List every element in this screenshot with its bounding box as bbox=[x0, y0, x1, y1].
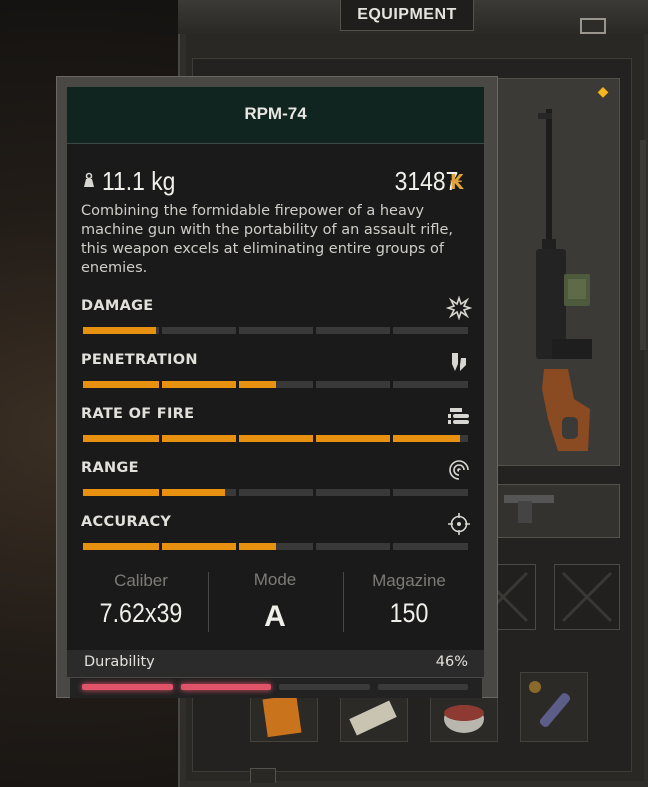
equipment-title: EQUIPMENT bbox=[340, 0, 474, 31]
durability-value: 46% bbox=[435, 654, 468, 670]
empty-slot[interactable] bbox=[554, 564, 620, 630]
shield-pierce-icon bbox=[446, 350, 472, 374]
caliber-value: 7.62x39 bbox=[99, 598, 183, 628]
scrollbar[interactable] bbox=[640, 140, 646, 350]
item-description: Combining the formidable firepower of a … bbox=[81, 203, 453, 276]
mode-label: Mode bbox=[253, 570, 297, 589]
durability-segment bbox=[377, 684, 468, 690]
bar-divider bbox=[313, 543, 316, 550]
bar-divider bbox=[159, 327, 162, 334]
item-name: RPM-74 bbox=[244, 104, 307, 123]
durability-segment bbox=[279, 684, 370, 690]
bar-divider bbox=[390, 489, 393, 496]
bar-divider bbox=[390, 381, 393, 388]
secondary-weapon-slot[interactable] bbox=[497, 484, 620, 538]
bar-divider bbox=[159, 543, 162, 550]
stat-label-accuracy: ACCURACY bbox=[81, 514, 172, 530]
bar-divider bbox=[313, 435, 316, 442]
bar-divider bbox=[159, 435, 162, 442]
injector-item-icon bbox=[529, 681, 571, 727]
bar-divider bbox=[236, 489, 239, 496]
weight-icon bbox=[82, 172, 96, 188]
bar-divider bbox=[236, 381, 239, 388]
bar-divider bbox=[390, 543, 393, 550]
bar-divider bbox=[236, 327, 239, 334]
stat-fill bbox=[83, 327, 156, 334]
stat-bar-damage bbox=[83, 327, 468, 334]
bar-divider bbox=[313, 489, 316, 496]
stat-bar-accuracy bbox=[83, 543, 468, 550]
stat-fill bbox=[83, 543, 276, 550]
explosion-icon bbox=[445, 295, 473, 321]
pistol-icon bbox=[504, 495, 554, 523]
item-weight: 11.1 kg bbox=[102, 166, 176, 196]
primary-weapon-slot[interactable] bbox=[497, 78, 620, 466]
stat-label-damage: DAMAGE bbox=[81, 298, 154, 314]
stat-fill bbox=[83, 381, 276, 388]
bar-divider bbox=[236, 543, 239, 550]
magazine-label: Magazine bbox=[372, 571, 446, 590]
equipped-badge-icon: ◆ bbox=[597, 84, 609, 100]
stat-label-penetration: PENETRATION bbox=[81, 352, 198, 368]
bottom-tab[interactable] bbox=[250, 768, 276, 783]
caliber-label: Caliber bbox=[114, 571, 168, 590]
inventory-slot[interactable] bbox=[520, 672, 588, 742]
stat-bar-range bbox=[83, 489, 468, 496]
coin-icon: ₭ bbox=[450, 170, 464, 194]
machine-gun-icon bbox=[536, 109, 592, 451]
durability-segment bbox=[82, 684, 173, 690]
bullets-icon bbox=[446, 404, 472, 428]
bar-divider bbox=[159, 489, 162, 496]
stat-fill bbox=[83, 489, 225, 496]
bar-divider bbox=[313, 327, 316, 334]
stat-bar-rate-of-fire bbox=[83, 435, 468, 442]
bar-divider bbox=[159, 381, 162, 388]
item-price: 31487 bbox=[394, 166, 458, 196]
stat-label-range: RANGE bbox=[81, 460, 139, 476]
durability-label: Durability bbox=[84, 654, 155, 670]
bar-divider bbox=[236, 435, 239, 442]
stat-label-rate-of-fire: RATE OF FIRE bbox=[81, 406, 195, 422]
stat-bar-penetration bbox=[83, 381, 468, 388]
stat-fill bbox=[83, 435, 460, 442]
crosshair-icon bbox=[446, 512, 472, 536]
mode-value: A bbox=[264, 600, 286, 633]
range-icon bbox=[446, 458, 472, 482]
bar-divider bbox=[390, 327, 393, 334]
window-control-button[interactable] bbox=[580, 18, 606, 34]
spec-divider bbox=[208, 572, 209, 632]
bar-divider bbox=[313, 381, 316, 388]
bar-divider bbox=[390, 435, 393, 442]
magazine-value: 150 bbox=[389, 598, 429, 628]
durability-segment bbox=[180, 684, 271, 690]
